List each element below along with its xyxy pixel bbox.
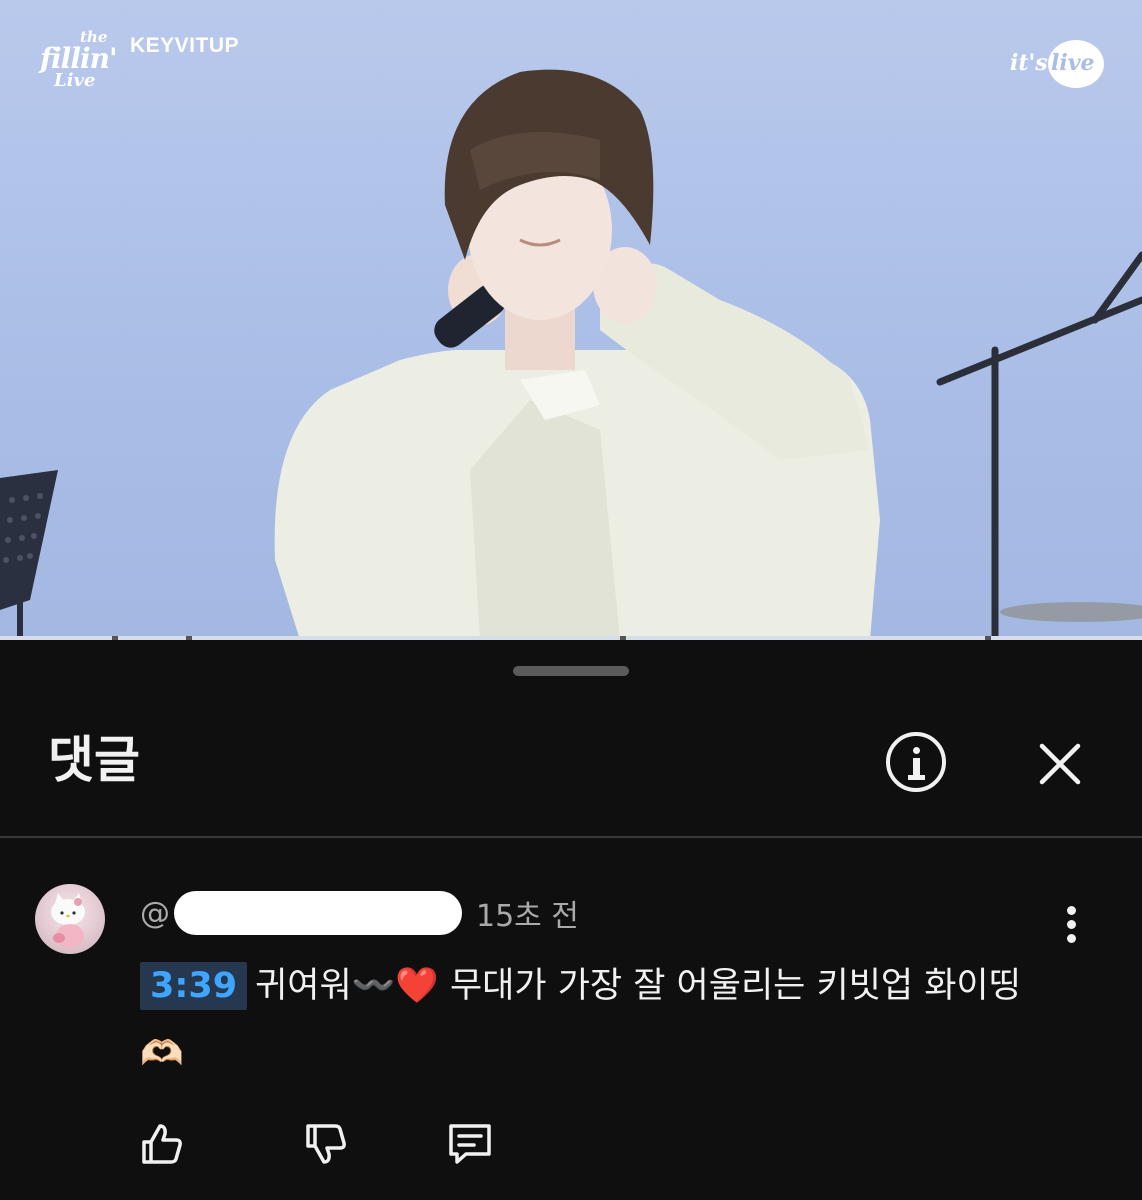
like-button[interactable]	[138, 1120, 186, 1168]
drag-handle[interactable]	[513, 666, 629, 676]
channel-name-overlay: KEYVITUP	[130, 34, 240, 57]
reply-button[interactable]	[446, 1120, 494, 1168]
dislike-button[interactable]	[302, 1120, 350, 1168]
redacted-username	[174, 891, 462, 935]
close-icon[interactable]	[1036, 740, 1084, 788]
comment-author-row: @ 15초 전	[140, 891, 579, 935]
author-handle[interactable]: @	[140, 896, 170, 931]
hello-kitty-avatar-icon	[51, 893, 85, 948]
red-heart-emoji: ❤️	[395, 966, 439, 1006]
comments-sheet: 댓글 @ 15초 전 3:39 귀여워〰️❤️ 무대가 가장 잘 어울리는 키빗업…	[0, 640, 1142, 1200]
comment-text: 3:39 귀여워〰️❤️ 무대가 가장 잘 어울리는 키빗업 화이띵🫶🏻	[140, 952, 1040, 1088]
header-divider	[0, 836, 1142, 838]
info-circle-icon[interactable]	[886, 732, 946, 792]
comments-title: 댓글	[48, 731, 140, 789]
thumb-up-icon	[142, 1124, 182, 1164]
itslive-watermark: it's live	[1010, 40, 1106, 90]
comment-time-ago: 15초 전	[476, 899, 579, 934]
reply-comment-icon	[449, 1124, 491, 1164]
video-frame-scene	[0, 69, 1142, 640]
fillin-live-logo: the fillin' Live	[40, 28, 118, 91]
avatar[interactable]	[35, 884, 105, 954]
video-player[interactable]: the fillin' Live KEYVITUP it's live	[0, 0, 1142, 640]
timestamp-link[interactable]: 3:39	[140, 962, 248, 1010]
more-vert-icon[interactable]	[1062, 902, 1082, 946]
thumb-down-icon	[306, 1124, 346, 1164]
heart-hands-emoji: 🫶🏻	[140, 1034, 184, 1074]
wavy-dash-emoji: 〰️	[351, 966, 396, 1006]
